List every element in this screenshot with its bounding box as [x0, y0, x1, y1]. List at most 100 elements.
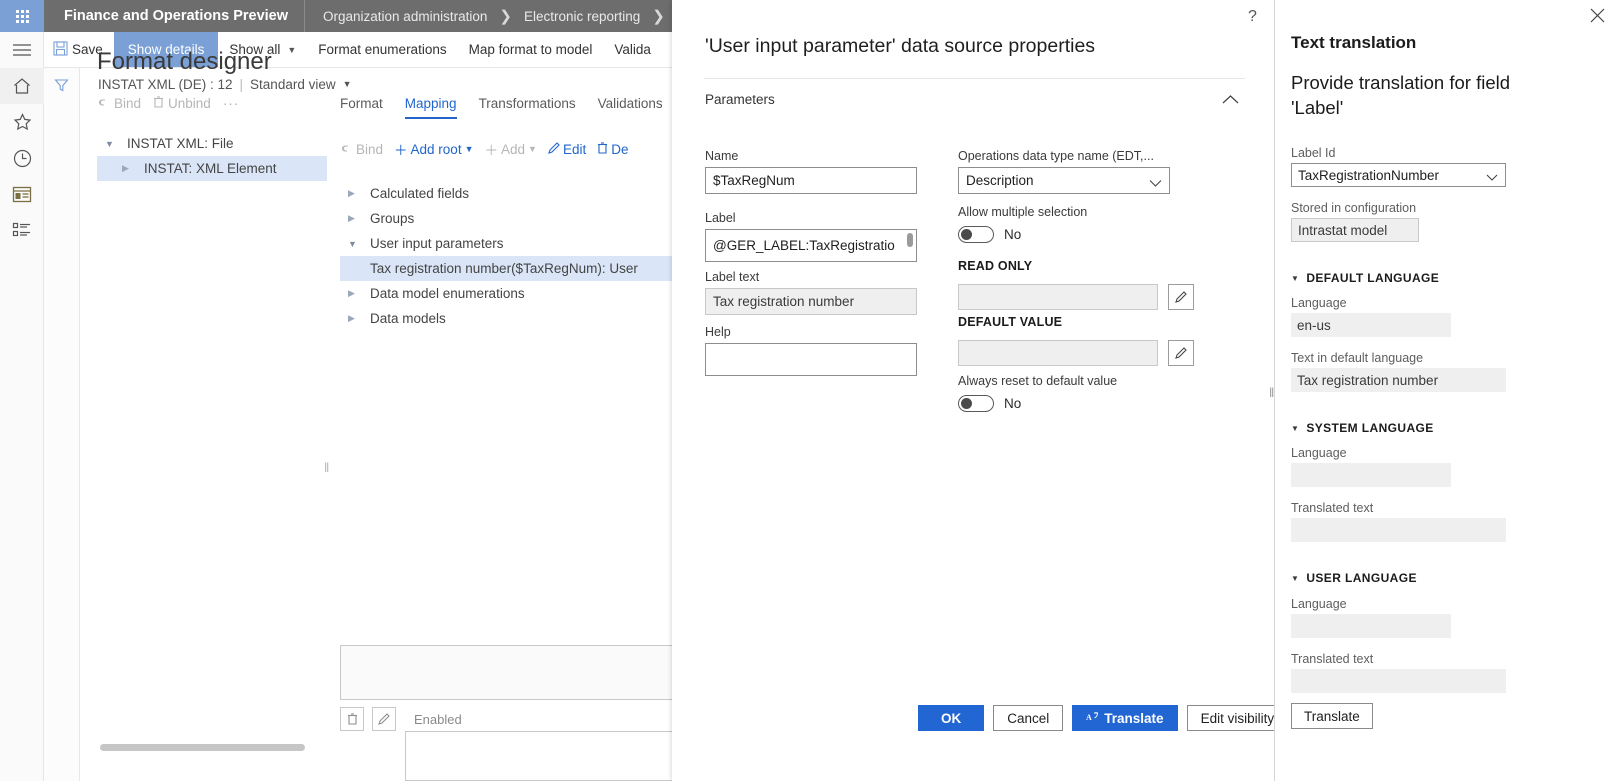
system-language-section-header[interactable]: ▼ SYSTEM LANGUAGE	[1291, 421, 1434, 435]
allow-multiple-selection-label: Allow multiple selection	[958, 205, 1087, 219]
edit-visibility-button[interactable]: Edit visibility	[1187, 705, 1289, 731]
expand-toggle-icon[interactable]: ▶	[348, 188, 370, 199]
tab-transformations[interactable]: Transformations	[479, 96, 576, 119]
default-language-input	[1291, 313, 1451, 337]
list-icon[interactable]	[0, 212, 44, 248]
tree-node-label: INSTAT: XML Element	[144, 161, 277, 176]
link-icon	[97, 96, 110, 111]
expand-toggle-icon[interactable]: ▶	[348, 313, 370, 324]
page-title: Format designer	[97, 48, 272, 76]
tree-node-instat-xml-file[interactable]: ▼ INSTAT XML: File	[97, 131, 327, 156]
default-language-section-header[interactable]: ▼ DEFAULT LANGUAGE	[1291, 271, 1439, 285]
filter-icon[interactable]	[54, 78, 69, 781]
vertical-splitter-handle[interactable]: ‖	[324, 460, 328, 475]
label-input[interactable]	[705, 229, 917, 262]
home-icon[interactable]	[0, 68, 44, 104]
delete-expression-button[interactable]	[340, 707, 364, 731]
format-enumerations-button[interactable]: Format enumerations	[307, 32, 457, 67]
translate-button[interactable]: A Translate	[1072, 705, 1177, 731]
hamburger-menu-icon[interactable]	[0, 32, 44, 68]
map-format-to-model-button[interactable]: Map format to model	[458, 32, 604, 67]
expression-toolbar: Enabled	[340, 707, 462, 731]
add-root-button[interactable]: ＋ Add root ▼	[394, 139, 473, 159]
edit-expression-button[interactable]	[372, 707, 396, 731]
map-format-to-model-label: Map format to model	[469, 42, 593, 57]
bind-label: Bind	[356, 142, 383, 157]
chevron-up-icon[interactable]	[1222, 92, 1239, 110]
tab-format[interactable]: Format	[340, 96, 383, 119]
star-icon[interactable]	[0, 104, 44, 140]
filter-column	[44, 68, 80, 781]
breadcrumb-item-1[interactable]: Organization administration	[319, 9, 491, 24]
stored-in-configuration-label: Stored in configuration	[1291, 201, 1419, 215]
tree-node-data-models[interactable]: ▶ Data models	[340, 306, 680, 331]
cancel-button[interactable]: Cancel	[993, 705, 1063, 731]
expand-toggle-icon[interactable]: ▶	[348, 288, 370, 299]
plus-icon: ＋	[394, 139, 408, 159]
workspace-icon[interactable]	[0, 176, 44, 212]
tab-mapping[interactable]: Mapping	[405, 96, 457, 119]
default-language-section-label: DEFAULT LANGUAGE	[1306, 271, 1439, 285]
edit-button[interactable]: Edit	[548, 142, 586, 157]
label-text-field-group: Label text	[705, 270, 917, 315]
add-button[interactable]: ＋ Add ▼	[485, 139, 537, 159]
always-reset-toggle[interactable]	[958, 395, 994, 412]
record-identifier: INSTAT XML (DE) : 12	[98, 77, 233, 92]
edt-select[interactable]: Description	[958, 167, 1170, 194]
label-text-input	[705, 288, 917, 315]
expand-toggle-icon[interactable]: ▶	[122, 163, 144, 174]
help-question-icon[interactable]: ?	[1248, 8, 1257, 26]
always-reset-label: Always reset to default value	[958, 374, 1117, 388]
enabled-value-box[interactable]	[405, 731, 680, 781]
tree-node-instat-xml-element[interactable]: ▶ INSTAT: XML Element	[97, 156, 327, 181]
close-icon[interactable]	[1590, 8, 1605, 28]
label-id-label: Label Id	[1291, 146, 1506, 160]
tree-node-label: Tax registration number($TaxRegNum): Use…	[370, 261, 638, 276]
panel-resize-handle[interactable]: ‖	[1269, 385, 1272, 400]
system-language-text-group: Translated text	[1291, 501, 1506, 542]
default-value-input[interactable]	[958, 340, 1158, 366]
label-id-select[interactable]: TaxRegistrationNumber	[1291, 163, 1506, 187]
help-input[interactable]	[705, 343, 917, 376]
ok-button[interactable]: OK	[918, 705, 984, 731]
dialog-button-row: OK Cancel A Translate Edit visibility	[672, 705, 1274, 731]
tree-node-groups[interactable]: ▶ Groups	[340, 206, 680, 231]
view-name[interactable]: Standard view	[250, 77, 336, 92]
validate-button[interactable]: Valida	[603, 32, 662, 67]
expand-toggle-icon[interactable]: ▼	[348, 239, 370, 249]
bind-button[interactable]: Bind	[340, 142, 383, 157]
panel-translate-button[interactable]: Translate	[1291, 703, 1373, 729]
edit-default-value-button[interactable]	[1168, 340, 1194, 366]
expand-toggle-icon[interactable]: ▼	[105, 139, 127, 149]
expression-textarea[interactable]	[340, 645, 680, 700]
system-language-translated-text-input	[1291, 518, 1506, 542]
text-in-default-language-input	[1291, 368, 1506, 392]
app-title: Finance and Operations Preview	[48, 0, 305, 32]
edit-read-only-button[interactable]	[1168, 284, 1194, 310]
tree-node-user-input-parameters[interactable]: ▼ User input parameters	[340, 231, 680, 256]
user-language-section-header[interactable]: ▼ USER LANGUAGE	[1291, 571, 1417, 585]
format-enumerations-label: Format enumerations	[318, 42, 446, 57]
allow-multiple-selection-group: Allow multiple selection No	[958, 205, 1087, 243]
delete-button[interactable]: De	[597, 142, 628, 157]
app-launcher-icon[interactable]	[0, 0, 44, 32]
more-options-button[interactable]: ···	[223, 96, 240, 111]
name-input[interactable]	[705, 167, 917, 194]
unbind-label: Unbind	[168, 96, 211, 111]
expand-toggle-icon[interactable]: ▶	[348, 213, 370, 224]
unbind-button[interactable]: Unbind	[153, 96, 211, 111]
read-only-input[interactable]	[958, 284, 1158, 310]
bind-button[interactable]: Bind	[97, 96, 141, 111]
clock-icon[interactable]	[0, 140, 44, 176]
tree-node-tax-registration-number[interactable]: Tax registration number($TaxRegNum): Use…	[340, 256, 690, 281]
allow-multiple-selection-toggle[interactable]	[958, 226, 994, 243]
horizontal-scrollbar[interactable]	[100, 744, 305, 751]
tab-validations[interactable]: Validations	[598, 96, 663, 119]
label-input-scrollbar[interactable]	[907, 233, 913, 247]
chevron-down-icon[interactable]: ▼	[343, 79, 352, 89]
breadcrumb-item-2[interactable]: Electronic reporting	[520, 9, 644, 24]
stored-in-configuration-group: Stored in configuration	[1291, 201, 1419, 242]
tree-node-calculated-fields[interactable]: ▶ Calculated fields	[340, 181, 680, 206]
language-label: Language	[1291, 446, 1451, 460]
tree-node-data-model-enumerations[interactable]: ▶ Data model enumerations	[340, 281, 680, 306]
